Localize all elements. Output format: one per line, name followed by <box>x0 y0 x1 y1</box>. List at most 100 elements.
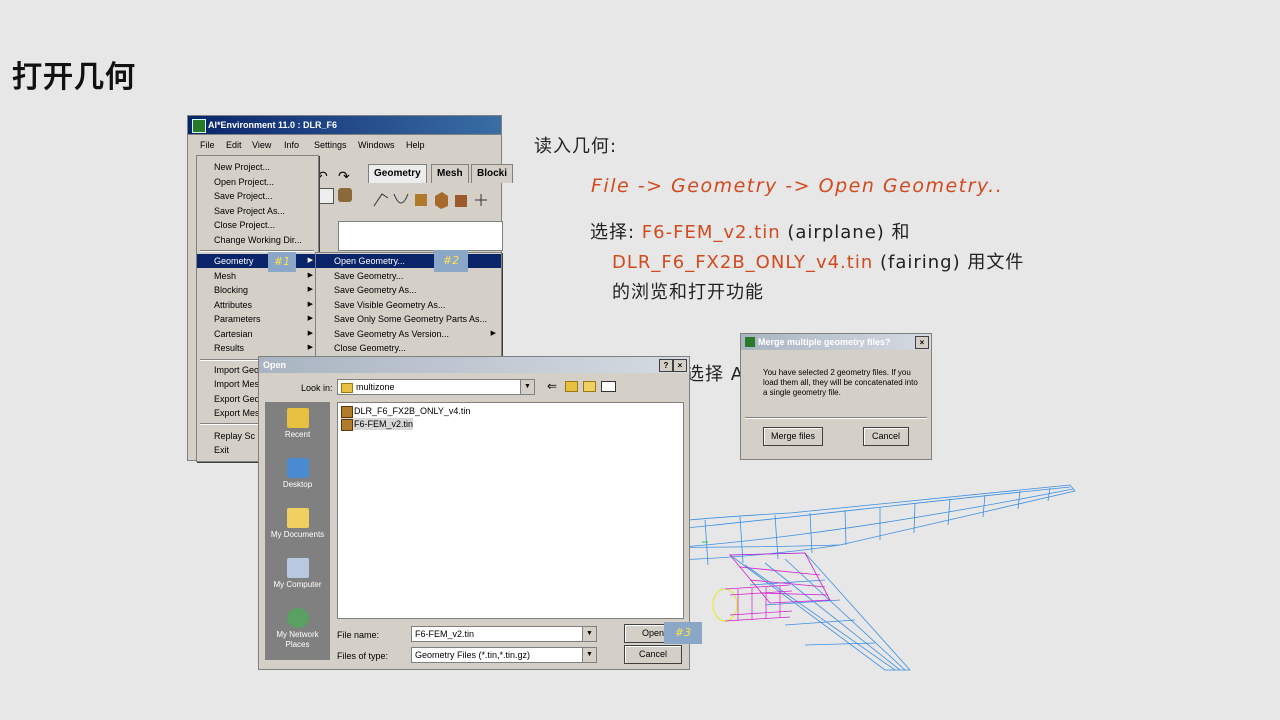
file-list: DLR_F6_FX2B_ONLY_v4.tin F6-FEM_v2.tin <box>337 402 684 619</box>
file-name-input[interactable]: F6-FEM_v2.tin ▼ <box>411 626 597 642</box>
merge-dialog-title: Merge multiple geometry files? <box>758 337 891 347</box>
menu-item-mesh-label: Mesh <box>214 271 237 281</box>
menu-path-text: File -> Geometry -> Open Geometry.. <box>591 175 1004 197</box>
transform-icon[interactable] <box>472 190 490 210</box>
menu-item-change-working-dir[interactable]: Change Working Dir... <box>197 233 318 247</box>
menu-edit[interactable]: Edit <box>226 140 242 150</box>
menu-help[interactable]: Help <box>406 140 425 150</box>
chevron-down-icon[interactable]: ▼ <box>520 380 534 394</box>
merge-cancel-button[interactable]: Cancel <box>863 427 909 446</box>
open-dialog-title: Open <box>263 360 287 370</box>
recent-folder-icon <box>286 408 309 428</box>
menu-item-save-visible-geometry-as[interactable]: Save Visible Geometry As... <box>316 298 501 312</box>
cancel-button[interactable]: Cancel <box>624 645 682 664</box>
geometry-toolbar <box>370 188 501 214</box>
dialog-separator <box>745 417 927 419</box>
menu-item-save-some-geometry-parts-as[interactable]: Save Only Some Geometry Parts As... <box>316 312 501 326</box>
create-surface-icon[interactable] <box>412 190 430 210</box>
tab-geometry[interactable]: Geometry <box>368 164 427 183</box>
places-bar: Recent Desktop My Documents My Computer … <box>265 402 330 660</box>
menu-item-parameters[interactable]: Parameters ▶ <box>197 312 318 326</box>
new-folder-icon[interactable] <box>583 381 596 392</box>
look-in-label: Look in: <box>301 383 333 393</box>
menu-item-open-geometry[interactable]: Open Geometry... <box>316 254 501 268</box>
file2-name: DLR_F6_FX2B_ONLY_v4.tin <box>612 252 874 273</box>
load-geom-icon[interactable] <box>338 188 352 202</box>
menu-item-results[interactable]: Results ▶ <box>197 341 318 355</box>
place-my-network[interactable]: My Network Places <box>265 608 330 650</box>
menu-item-save-geometry-as-version[interactable]: Save Geometry As Version... ▶ <box>316 327 501 341</box>
create-body-icon[interactable] <box>432 190 450 210</box>
network-places-icon <box>286 608 309 628</box>
open-file-dialog: Open ? × Look in: multizone ▼ ⇐ Recent D… <box>258 356 690 670</box>
place-recent[interactable]: Recent <box>265 408 330 439</box>
menu-item-new-project[interactable]: New Project... <box>197 160 318 174</box>
tab-bar: Geometry Mesh Blocki <box>368 164 514 184</box>
step-marker-3: #3 <box>664 622 702 644</box>
close-icon[interactable]: × <box>915 336 929 349</box>
menu-item-blocking[interactable]: Blocking ▶ <box>197 283 318 297</box>
menu-settings[interactable]: Settings <box>314 140 347 150</box>
submenu-arrow-icon: ▶ <box>307 344 313 351</box>
redo-icon[interactable]: ↷ <box>338 168 350 185</box>
file1-note: (airplane) 和 <box>780 222 911 243</box>
merge-files-button[interactable]: Merge files <box>763 427 823 446</box>
view-menu-icon[interactable] <box>601 381 616 392</box>
place-my-computer-label: My Computer <box>273 580 322 589</box>
menu-windows[interactable]: Windows <box>358 140 395 150</box>
back-icon[interactable]: ⇐ <box>547 379 557 393</box>
create-point-icon[interactable] <box>372 190 390 210</box>
menu-item-geometry[interactable]: Geometry ▶ <box>197 254 318 268</box>
help-icon[interactable]: ? <box>659 359 673 372</box>
menu-item-close-geometry[interactable]: Close Geometry... <box>316 341 501 355</box>
submenu-arrow-icon: ▶ <box>490 330 496 337</box>
menu-item-attributes[interactable]: Attributes ▶ <box>197 298 318 312</box>
select-merge-text: 选择 A <box>686 364 745 385</box>
menubar: File Edit View Info Settings Windows Hel… <box>188 136 501 154</box>
ai-titlebar: AI*Environment 11.0 : DLR_F6 <box>188 116 501 134</box>
submenu-arrow-icon: ▶ <box>307 301 313 308</box>
merge-geometry-dialog: Merge multiple geometry files? × You hav… <box>740 333 932 460</box>
close-icon[interactable]: × <box>673 359 687 372</box>
intro-text: 读入几何: <box>534 136 618 157</box>
file-item[interactable]: DLR_F6_FX2B_ONLY_v4.tin <box>341 405 470 418</box>
tab-blocking[interactable]: Blocki <box>471 164 514 183</box>
place-my-network-label: My Network Places <box>276 630 319 649</box>
menu-item-cartesian[interactable]: Cartesian ▶ <box>197 327 318 341</box>
chevron-down-icon[interactable]: ▼ <box>582 648 596 662</box>
menu-item-mesh[interactable]: Mesh ▶ <box>197 269 318 283</box>
place-my-computer[interactable]: My Computer <box>265 558 330 589</box>
save-geom-icon[interactable] <box>318 188 334 204</box>
menu-item-save-project[interactable]: Save Project... <box>197 189 318 203</box>
instruction-line3: 的浏览和打开功能 <box>612 282 764 303</box>
place-desktop[interactable]: Desktop <box>265 458 330 489</box>
chevron-down-icon[interactable]: ▼ <box>582 627 596 641</box>
look-in-select[interactable]: multizone ▼ <box>337 379 535 395</box>
menu-separator <box>200 250 314 252</box>
menu-item-blocking-label: Blocking <box>214 285 249 295</box>
menu-file[interactable]: File <box>200 140 215 150</box>
submenu-arrow-icon: ▶ <box>307 286 313 293</box>
menu-item-save-project-as[interactable]: Save Project As... <box>197 204 318 218</box>
menu-item-close-project[interactable]: Close Project... <box>197 218 318 232</box>
repair-geometry-icon[interactable] <box>452 190 470 210</box>
menu-item-save-geometry[interactable]: Save Geometry... <box>316 269 501 283</box>
my-documents-icon <box>286 508 309 528</box>
file-type-value: Geometry Files (*.tin,*.tin.gz) <box>415 650 531 660</box>
tab-mesh[interactable]: Mesh <box>431 164 469 183</box>
menu-item-open-project[interactable]: Open Project... <box>197 175 318 189</box>
toolbar-small-icons: ↶ ↷ <box>316 168 366 212</box>
place-desktop-label: Desktop <box>282 480 313 489</box>
file-type-select[interactable]: Geometry Files (*.tin,*.tin.gz) ▼ <box>411 647 597 663</box>
step-marker-1: #1 <box>268 252 296 272</box>
menu-info[interactable]: Info <box>284 140 299 150</box>
tin-file-icon <box>341 406 353 418</box>
place-my-documents[interactable]: My Documents <box>265 508 330 539</box>
menu-item-save-geometry-as[interactable]: Save Geometry As... <box>316 283 501 297</box>
create-curve-icon[interactable] <box>392 190 410 210</box>
menu-view[interactable]: View <box>252 140 271 150</box>
submenu-arrow-icon: ▶ <box>307 330 313 337</box>
up-folder-icon[interactable] <box>565 381 578 392</box>
place-recent-label: Recent <box>284 430 311 439</box>
file-item-selected[interactable]: F6-FEM_v2.tin <box>341 418 414 431</box>
